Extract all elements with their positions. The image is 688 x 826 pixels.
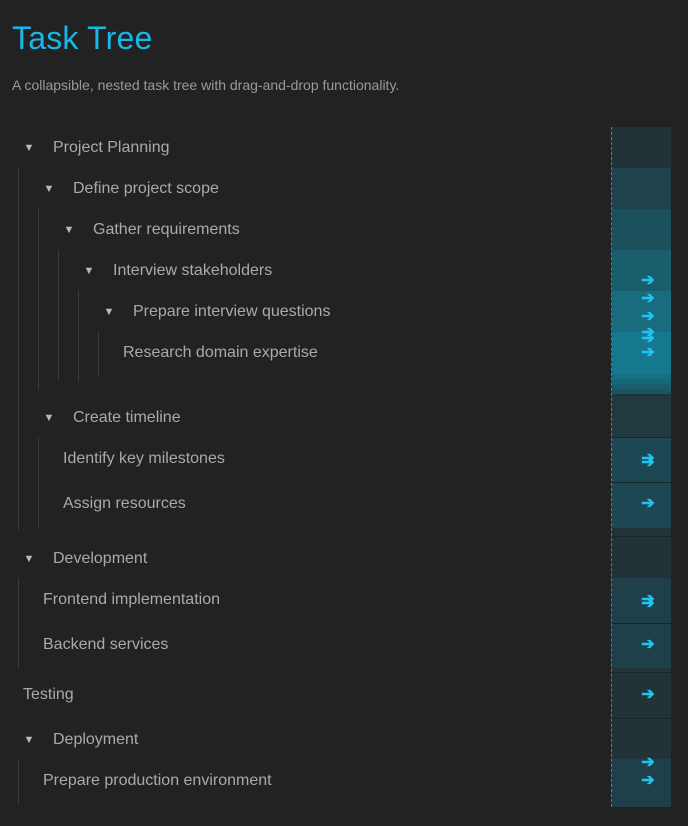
chevron-down-icon[interactable]: ▼ <box>82 259 96 283</box>
tree-item-create-timeline[interactable]: ▼ Create timeline <box>0 406 600 430</box>
chevron-down-icon[interactable]: ▼ <box>22 728 36 752</box>
task-tree: ▼ Project Planning ▼ Define project scop… <box>0 0 688 826</box>
drop-zone-divider <box>612 536 671 537</box>
tree-item-prepare-interview-questions[interactable]: ▼ Prepare interview questions <box>0 300 600 324</box>
drag-arrow-icon[interactable]: ➔ <box>639 687 657 703</box>
tree-item-label: Create timeline <box>73 409 181 426</box>
drag-arrow-icon[interactable]: ➔ <box>639 309 657 325</box>
tree-item-gather-requirements[interactable]: ▼ Gather requirements <box>0 218 600 242</box>
drag-arrow-icon[interactable]: ➔ <box>639 273 657 289</box>
drop-zone-divider <box>612 623 671 624</box>
drag-arrow-icon[interactable]: ➔ <box>639 596 657 612</box>
tree-item-label: Define project scope <box>73 180 219 197</box>
drop-zone[interactable] <box>612 718 671 759</box>
drop-zone-divider <box>612 718 671 719</box>
tree-item-label: Testing <box>23 686 74 703</box>
tree-item-label: Prepare interview questions <box>133 303 331 320</box>
tree-item-development[interactable]: ▼ Development <box>0 547 600 571</box>
tree-item-label: Frontend implementation <box>43 591 220 608</box>
tree-item-deployment[interactable]: ▼ Deployment <box>0 728 600 752</box>
drag-arrow-icon[interactable]: ➔ <box>639 291 657 307</box>
tree-item-frontend-implementation[interactable]: Frontend implementation <box>0 588 600 612</box>
tree-item-project-planning[interactable]: ▼ Project Planning <box>0 136 600 160</box>
drag-arrow-icon[interactable]: ➔ <box>639 755 657 771</box>
tree-item-label: Assign resources <box>63 495 186 512</box>
drag-arrow-icon[interactable]: ➔ <box>639 496 657 512</box>
drag-arrow-icon[interactable]: ➔ <box>639 637 657 653</box>
tree-item-label: Identify key milestones <box>63 450 225 467</box>
drop-indicator-line <box>611 127 612 807</box>
tree-item-testing[interactable]: Testing <box>0 683 600 707</box>
drop-zone[interactable] <box>612 396 671 437</box>
chevron-down-icon[interactable]: ▼ <box>62 218 76 242</box>
tree-item-label: Backend services <box>43 636 169 653</box>
tree-item-prepare-production-environment[interactable]: Prepare production environment <box>0 769 600 793</box>
tree-item-label: Research domain expertise <box>123 344 318 361</box>
tree-item-interview-stakeholders[interactable]: ▼ Interview stakeholders <box>0 259 600 283</box>
tree-item-define-project-scope[interactable]: ▼ Define project scope <box>0 177 600 201</box>
drag-arrow-icon[interactable]: ➔ <box>639 455 657 471</box>
chevron-down-icon[interactable]: ▼ <box>22 136 36 160</box>
tree-item-backend-services[interactable]: Backend services <box>0 633 600 657</box>
chevron-down-icon[interactable]: ▼ <box>42 177 56 201</box>
drag-arrow-icon[interactable]: ➔ <box>639 773 657 789</box>
tree-item-label: Project Planning <box>53 139 170 156</box>
drag-arrow-icon[interactable]: ➔ <box>639 345 657 361</box>
tree-item-assign-resources[interactable]: Assign resources <box>0 492 600 516</box>
drop-zone-divider <box>612 672 671 673</box>
tree-item-label: Deployment <box>53 731 139 748</box>
drop-zone[interactable] <box>612 127 671 168</box>
drop-zone[interactable] <box>612 389 671 394</box>
tree-item-label: Development <box>53 550 148 567</box>
drop-zone-divider <box>612 437 671 438</box>
drop-zone[interactable] <box>612 168 671 209</box>
tree-item-label: Interview stakeholders <box>113 262 273 279</box>
tree-item-label: Prepare production environment <box>43 772 272 789</box>
drop-zone-divider <box>612 482 671 483</box>
drop-zone[interactable] <box>612 537 671 578</box>
tree-item-research-domain-expertise[interactable]: Research domain expertise <box>0 341 600 365</box>
chevron-down-icon[interactable]: ▼ <box>42 406 56 430</box>
tree-item-identify-key-milestones[interactable]: Identify key milestones <box>0 447 600 471</box>
tree-item-label: Gather requirements <box>93 221 240 238</box>
chevron-down-icon[interactable]: ▼ <box>102 300 116 324</box>
chevron-down-icon[interactable]: ▼ <box>22 547 36 571</box>
drop-zone[interactable] <box>612 209 671 250</box>
